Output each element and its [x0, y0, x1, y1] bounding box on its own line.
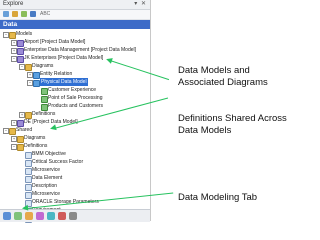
tree-item[interactable]: − JK Enterprises [Project Data Model] — [0, 54, 150, 63]
abc-label[interactable]: ABC — [40, 10, 50, 19]
tree-item-label: Data Element — [32, 175, 63, 181]
window-controls[interactable]: ▾ ✕ — [134, 0, 147, 9]
tree-item-label: Entity Relation — [40, 71, 73, 77]
explorer-title: Explore — [3, 1, 24, 7]
explorer-toolbar: ABC — [0, 10, 150, 20]
callout-models: Data Models and Associated Diagrams — [178, 65, 298, 89]
tree-item-label: Microservice — [32, 167, 61, 173]
tree-item-label: Models — [16, 31, 33, 37]
new-icon[interactable] — [3, 11, 9, 17]
tree-item[interactable]: + Enterprise Data Management [Project Dat… — [0, 46, 150, 55]
tree-item-label: JK Enterprises [Project Data Model] — [24, 55, 104, 61]
tree-item[interactable]: − Shared — [0, 126, 150, 135]
tree-item-label: Physical Data Model — [40, 78, 88, 86]
tree-item-label: Customer Experience — [48, 87, 97, 93]
tree-item-label: Description — [32, 183, 58, 189]
callout-models-line2: Associated Diagrams — [178, 77, 268, 88]
tree-item[interactable]: Point of Sale Processing — [0, 94, 150, 103]
tree-item-label: Diagrams — [24, 135, 46, 141]
tree-item[interactable]: Critical Success Factor — [0, 158, 150, 167]
tree-item-label: Shared — [16, 127, 33, 133]
tab-architecture-icon[interactable] — [36, 212, 44, 220]
explorer-tree: − Models + Airport [Project Data Model] + Ent… — [0, 30, 150, 223]
tab-more-icon[interactable] — [69, 212, 77, 220]
callout-tab: Data Modeling Tab — [178, 192, 258, 203]
explorer-panel: Explore ▾ ✕ ABC Data − Models + Airport [Pr… — [0, 0, 151, 223]
save-icon[interactable] — [30, 11, 36, 17]
tab-arrow-head — [21, 204, 29, 212]
open-icon[interactable] — [12, 11, 18, 17]
tree-item-label: Critical Success Factor — [32, 159, 84, 165]
explorer-titlebar: Explore ▾ ✕ — [0, 0, 150, 10]
tab-data-modeling-icon[interactable] — [3, 212, 11, 220]
tab-repository-icon[interactable] — [47, 212, 55, 220]
data-header: Data — [0, 20, 150, 29]
tree-item-label: Microservice — [32, 191, 61, 197]
tree-item[interactable]: + Entity Relation — [0, 70, 150, 79]
tree-item-label: Point of Sale Processing — [48, 95, 103, 101]
tree-item[interactable]: BMM Objective — [0, 150, 150, 159]
tree-item[interactable]: − Physical Data Model — [0, 78, 150, 87]
refresh-icon[interactable] — [21, 11, 27, 17]
callout-models-line1: Data Models and — [178, 65, 250, 76]
tree-item[interactable]: Description — [0, 182, 150, 191]
tree-item-label: Enterprise Data Management [Project Data… — [24, 47, 136, 53]
tree-item-label: Definitions — [32, 111, 56, 117]
tree-item[interactable]: Data Element — [0, 174, 150, 183]
tree-item-label: Definitions — [24, 143, 48, 149]
tree-item[interactable]: + Diagrams — [0, 134, 150, 143]
callout-definitions-line2: Data Models — [178, 125, 232, 136]
data-header-label: Data — [3, 21, 18, 28]
tree-item[interactable]: − Models — [0, 30, 150, 39]
tree-item[interactable]: + Definitions — [0, 110, 150, 119]
tab-reports-icon[interactable] — [58, 212, 66, 220]
tree-item-label: Diagrams — [32, 63, 54, 69]
tree-item-label: BMM Objective — [32, 151, 66, 157]
tree-item[interactable]: Microservice — [0, 166, 150, 175]
callout-definitions-line1: Definitions Shared Across — [178, 113, 287, 124]
tree-item-label: Products and Customers — [48, 103, 104, 109]
tab-business-icon[interactable] — [14, 212, 22, 220]
tree-item[interactable]: + Airport [Project Data Model] — [0, 38, 150, 47]
tree-item[interactable]: − Definitions — [0, 142, 150, 151]
callout-definitions: Definitions Shared Across Data Models — [178, 113, 300, 137]
tree-item-label: Airport [Project Data Model] — [24, 39, 86, 45]
tree-item[interactable]: Customer Experience — [0, 86, 150, 95]
tab-process-icon[interactable] — [25, 212, 33, 220]
